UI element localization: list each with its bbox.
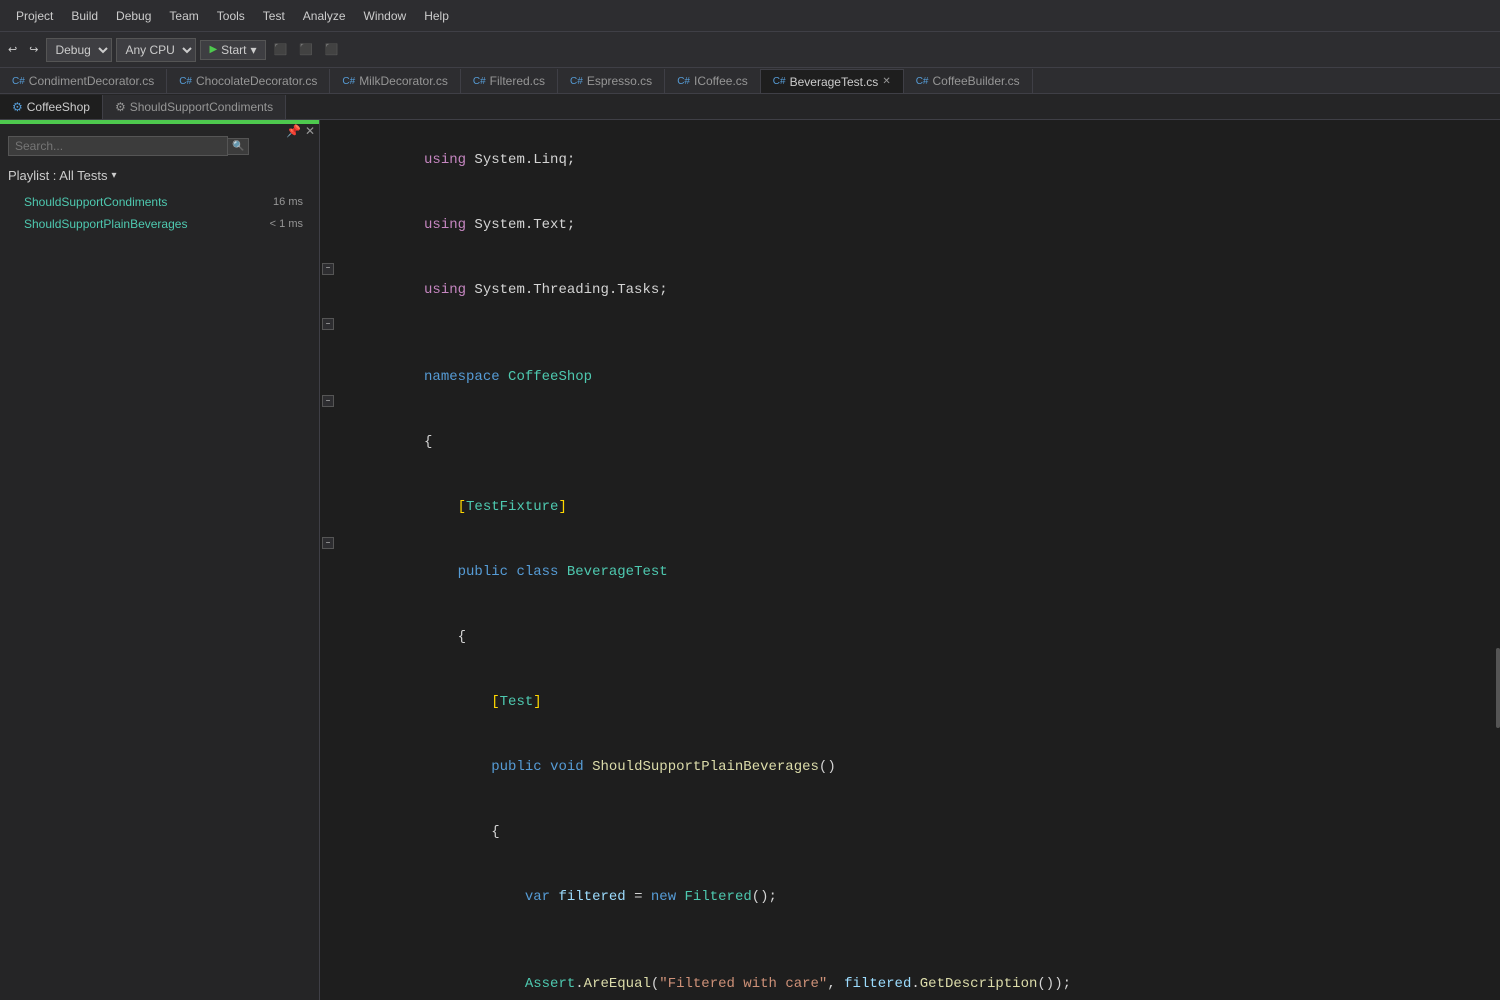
menu-project[interactable]: Project <box>8 5 61 27</box>
class-collapse-button[interactable]: − <box>322 318 334 330</box>
cs-file-icon: C# <box>12 76 25 87</box>
menu-help[interactable]: Help <box>416 5 457 27</box>
code-line: using System.Linq; <box>336 128 1500 193</box>
code-line: using System.Text; <box>336 193 1500 258</box>
panel-controls: 📌 ✕ <box>286 124 315 138</box>
undo-button[interactable]: ↩ <box>4 41 21 58</box>
menu-window[interactable]: Window <box>356 5 415 27</box>
menu-analyze[interactable]: Analyze <box>295 5 354 27</box>
main-layout: 📌 ✕ 🔍 Playlist : All Tests ▾ ShouldSuppo… <box>0 120 1500 1000</box>
code-line: Assert.AreEqual("Filtered with care", fi… <box>336 952 1500 1000</box>
code-container: − − − − <box>320 120 1500 1000</box>
tab-coffee-builder[interactable]: C# CoffeeBuilder.cs <box>904 69 1033 93</box>
tab-bar-row1: C# CondimentDecorator.cs C# ChocolateDec… <box>0 68 1500 94</box>
menu-debug[interactable]: Debug <box>108 5 159 27</box>
code-line: public class BeverageTest <box>336 540 1500 605</box>
code-line: var filtered = new Filtered(); <box>336 865 1500 930</box>
code-line: public void ShouldSupportPlainBeverages(… <box>336 735 1500 800</box>
test-name-plain: ShouldSupportPlainBeverages <box>24 217 270 231</box>
menu-build[interactable]: Build <box>63 5 106 27</box>
tab-milk-decorator[interactable]: C# MilkDecorator.cs <box>330 69 460 93</box>
test-item-condiments[interactable]: ShouldSupportCondiments 16 ms <box>0 191 319 213</box>
pin-button[interactable]: 📌 <box>286 124 301 138</box>
tab-should-support-condiments[interactable]: ⚙ ShouldSupportCondiments <box>103 95 286 119</box>
cs-file-icon: C# <box>916 76 929 87</box>
cs-file-icon: C# <box>179 76 192 87</box>
code-line: using System.Threading.Tasks; <box>336 258 1500 323</box>
namespace-collapse-button[interactable]: − <box>322 263 334 275</box>
start-button[interactable]: ▶ Start ▾ <box>200 40 265 60</box>
tab-icoffee[interactable]: C# ICoffee.cs <box>665 69 761 93</box>
tab-bar-row2: ⚙ CoffeeShop ⚙ ShouldSupportCondiments <box>0 94 1500 120</box>
playlist-dropdown-icon: ▾ <box>111 170 116 181</box>
toolbar: ↩ ↪ Debug Any CPU ▶ Start ▾ ⬛ ⬛ ⬛ <box>0 32 1500 68</box>
cs-file-icon: C# <box>473 76 486 87</box>
code-line: { <box>336 410 1500 475</box>
code-line: [Test] <box>336 670 1500 735</box>
code-line: { <box>336 605 1500 670</box>
collapse-markers: − − − − <box>320 120 336 1000</box>
code-line: [TestFixture] <box>336 475 1500 540</box>
step-over-button[interactable]: ⬛ <box>270 41 292 58</box>
menu-test[interactable]: Test <box>255 5 293 27</box>
code-line <box>336 323 1500 345</box>
code-line: { <box>336 800 1500 865</box>
method2-collapse-button[interactable]: − <box>322 537 334 549</box>
tab-condiment-decorator[interactable]: C# CondimentDecorator.cs <box>0 69 167 93</box>
panel-search-area: 🔍 <box>0 132 319 160</box>
method1-collapse-button[interactable]: − <box>322 395 334 407</box>
tab-espresso[interactable]: C# Espresso.cs <box>558 69 665 93</box>
test-explorer-panel: 📌 ✕ 🔍 Playlist : All Tests ▾ ShouldSuppo… <box>0 120 320 1000</box>
code-editor[interactable]: − − − − <box>320 120 1500 1000</box>
test-time-plain: < 1 ms <box>270 218 303 230</box>
code-line <box>336 930 1500 952</box>
test-search-input[interactable] <box>8 136 228 156</box>
playlist-text: Playlist : All Tests <box>8 168 107 183</box>
scrollbar-indicator[interactable] <box>1496 648 1500 728</box>
cs-file-icon: C# <box>677 76 690 87</box>
tab-filtered[interactable]: C# Filtered.cs <box>461 69 558 93</box>
step-into-button[interactable]: ⬛ <box>295 41 317 58</box>
tab-coffeeshop[interactable]: ⚙ CoffeeShop <box>0 95 103 119</box>
close-panel-button[interactable]: ✕ <box>305 124 315 138</box>
platform-select[interactable]: Any CPU <box>116 38 196 62</box>
config-select[interactable]: Debug <box>46 38 112 62</box>
code-lines: using System.Linq; using System.Text; us… <box>336 120 1500 1000</box>
test-time-condiments: 16 ms <box>273 196 303 208</box>
cs-file-icon: C# <box>342 76 355 87</box>
playlist-label[interactable]: Playlist : All Tests ▾ <box>0 160 319 187</box>
test-item-plain-beverages[interactable]: ShouldSupportPlainBeverages < 1 ms <box>0 213 319 235</box>
code-line: namespace CoffeeShop <box>336 345 1500 410</box>
cs-file-icon: C# <box>773 76 786 87</box>
test-icon: ⚙ <box>115 100 126 114</box>
cs-file-icon: C# <box>570 76 583 87</box>
pass-indicator <box>0 120 319 124</box>
tab-beverage-test[interactable]: C# BeverageTest.cs ✕ <box>761 69 904 93</box>
menu-tools[interactable]: Tools <box>209 5 253 27</box>
menu-team[interactable]: Team <box>161 5 206 27</box>
search-button[interactable]: 🔍 <box>228 138 249 155</box>
step-out-button[interactable]: ⬛ <box>321 41 343 58</box>
tab-close-icon[interactable]: ✕ <box>882 76 890 87</box>
menu-items: Project Build Debug Team Tools Test Anal… <box>8 5 457 27</box>
play-icon: ▶ <box>209 44 217 55</box>
test-name-condiments: ShouldSupportCondiments <box>24 195 273 209</box>
tab-chocolate-decorator[interactable]: C# ChocolateDecorator.cs <box>167 69 330 93</box>
menu-bar: Project Build Debug Team Tools Test Anal… <box>0 0 1500 32</box>
redo-button[interactable]: ↪ <box>25 41 42 58</box>
coffee-shop-icon: ⚙ <box>12 100 23 114</box>
test-list: ShouldSupportCondiments 16 ms ShouldSupp… <box>0 187 319 239</box>
